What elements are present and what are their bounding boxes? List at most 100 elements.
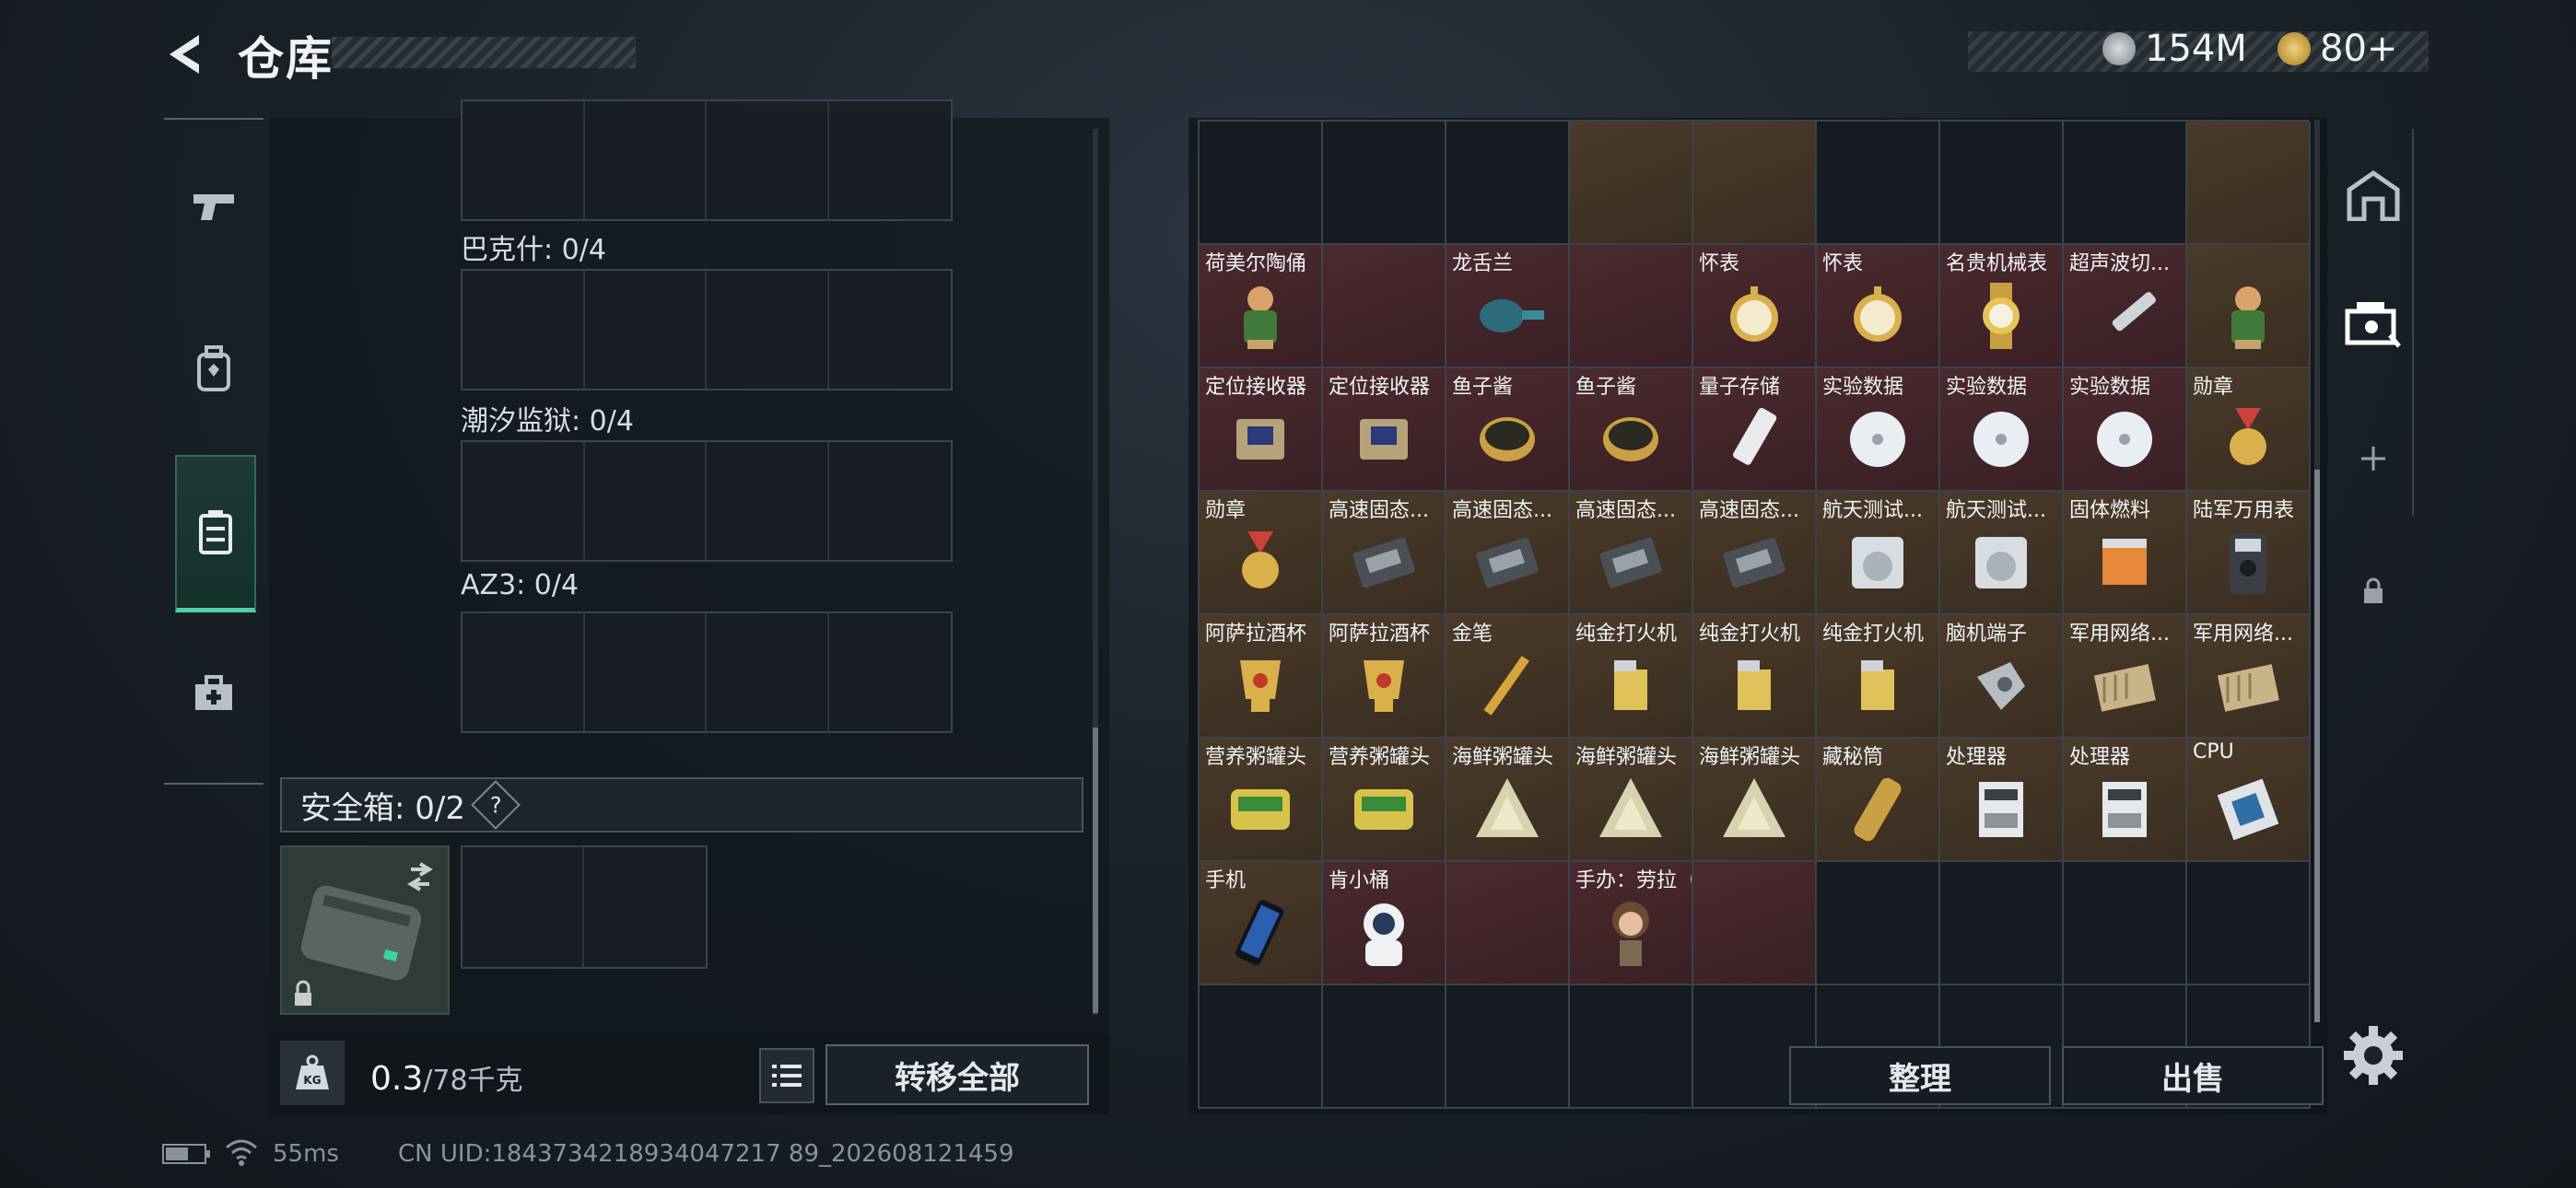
empty-cell[interactable] [1940,122,2064,245]
item-cell[interactable]: 手办：劳拉（崛起） [1570,862,1693,985]
item-cell[interactable]: 航天测试... [1940,492,2064,615]
item-cell[interactable]: 龙舌兰 [1446,245,1570,368]
add-tab-button[interactable] [2335,422,2412,495]
slot-row-2[interactable] [461,440,953,562]
tab-valuables[interactable] [2335,287,2412,361]
slot-row-1[interactable] [461,269,953,390]
item-cell[interactable]: 名贵机械表 [1940,245,2064,368]
item-cell[interactable]: 陆军万用表 [2187,492,2311,615]
item-cell[interactable]: 高速固态... [1693,492,1817,615]
empty-cell[interactable] [2187,122,2311,245]
item-cell[interactable]: 海鲜粥罐头 [1570,739,1693,862]
item-cell[interactable]: 军用网络... [2064,615,2187,739]
help-button[interactable]: ? [471,780,521,830]
empty-cell[interactable] [1323,245,1446,368]
tab-storage[interactable] [175,455,256,612]
empty-cell[interactable] [1570,245,1693,368]
empty-cell[interactable] [2187,862,2311,985]
empty-cell[interactable] [1200,122,1323,245]
item-name: 处理器 [1946,746,2008,769]
item-cell[interactable]: 航天测试... [1817,492,1940,615]
empty-cell[interactable] [1446,122,1570,245]
item-cell[interactable]: 定位接收器 [1323,368,1446,492]
list-icon [772,1065,802,1087]
item-cell[interactable]: 处理器 [2064,739,2187,862]
item-cell[interactable]: 纯金打火机 [1570,615,1693,739]
item-cell[interactable]: 阿萨拉酒杯 [1200,615,1323,739]
lighter-icon [1614,659,1647,710]
item-name: 实验数据 [2069,376,2151,399]
safe-box-slots[interactable] [461,845,708,969]
item-cell[interactable]: 海鲜粥罐头 [1693,739,1817,862]
triangle-can-icon [1723,777,1786,837]
empty-cell[interactable] [1940,862,2064,985]
item-cell[interactable]: 藏秘筒 [1817,739,1940,862]
empty-cell[interactable] [1817,862,1940,985]
item-cell[interactable]: 实验数据 [2064,368,2187,492]
gold-coin-icon [2277,32,2311,65]
slot-row-3[interactable] [461,611,953,733]
item-cell[interactable]: 手机 [1200,862,1323,985]
warehouse-grid: 荷美尔陶俑 龙舌兰 怀表 怀表 名贵机械表 超声波切... 定位接收器 定位接收器 鱼子酱 鱼子酱… [1198,120,2311,1109]
safe-box-item[interactable] [280,845,450,1015]
item-cell[interactable]: 营养粥罐头 [1200,739,1323,862]
item-cell[interactable]: 实验数据 [1817,368,1940,492]
empty-cell[interactable] [1693,862,1817,985]
empty-cell[interactable] [2064,122,2187,245]
item-cell[interactable]: 怀表 [1817,245,1940,368]
item-cell[interactable]: 荷美尔陶俑 [1200,245,1323,368]
item-cell[interactable]: 高速固态... [1323,492,1446,615]
item-cell[interactable]: 高速固态... [1446,492,1570,615]
locked-tab[interactable] [2335,554,2412,628]
item-cell[interactable]: 纯金打火机 [1817,615,1940,739]
item-cell[interactable]: 实验数据 [1940,368,2064,492]
empty-cell[interactable] [1323,122,1446,245]
item-cell[interactable]: CPU [2187,739,2311,862]
empty-cell[interactable] [1570,122,1693,245]
settings-gear-icon[interactable] [2340,1022,2406,1089]
empty-cell[interactable] [1570,985,1693,1109]
sort-button[interactable]: 整理 [1789,1046,2051,1105]
item-name: 鱼子酱 [1575,376,1637,399]
item-cell[interactable]: 营养粥罐头 [1323,739,1446,862]
weight-icon: KG [280,1041,345,1105]
empty-cell[interactable] [2187,245,2311,368]
item-cell[interactable]: 高速固态... [1570,492,1693,615]
item-cell[interactable]: 纯金打火机 [1693,615,1817,739]
slot-row-top[interactable] [461,99,953,221]
left-scrollbar[interactable] [1093,129,1098,1015]
back-arrow-icon[interactable] [162,31,208,77]
item-cell[interactable]: 超声波切... [2064,245,2187,368]
tab-warehouse-home[interactable] [2335,158,2412,232]
empty-cell[interactable] [1446,985,1570,1109]
item-cell[interactable]: 量子存储 [1693,368,1817,492]
empty-cell[interactable] [1200,985,1323,1109]
empty-cell[interactable] [1323,985,1446,1109]
tab-backpack[interactable] [164,319,263,420]
item-cell[interactable]: 怀表 [1693,245,1817,368]
item-cell[interactable]: 鱼子酱 [1570,368,1693,492]
item-cell[interactable]: 阿萨拉酒杯 [1323,615,1446,739]
item-cell[interactable]: 鱼子酱 [1446,368,1570,492]
empty-cell[interactable] [1693,122,1817,245]
item-cell[interactable]: 定位接收器 [1200,368,1323,492]
right-scrollbar[interactable] [2314,120,2320,1022]
item-cell[interactable]: 脑机端子 [1940,615,2064,739]
item-cell[interactable]: 处理器 [1940,739,2064,862]
pistol-icon [193,194,234,220]
item-cell[interactable]: 固体燃料 [2064,492,2187,615]
item-cell[interactable]: 勋章 [1200,492,1323,615]
sell-button[interactable]: 出售 [2062,1046,2324,1105]
tab-supplies[interactable] [164,643,263,744]
item-cell[interactable]: 海鲜粥罐头 [1446,739,1570,862]
item-cell[interactable]: 肯小桶 [1323,862,1446,985]
tab-weapons[interactable] [164,157,263,258]
item-cell[interactable]: 金笔 [1446,615,1570,739]
empty-cell[interactable] [2064,862,2187,985]
transfer-all-button[interactable]: 转移全部 [825,1044,1089,1105]
item-cell[interactable]: 军用网络... [2187,615,2311,739]
item-cell[interactable]: 勋章 [2187,368,2311,492]
empty-cell[interactable] [1446,862,1570,985]
empty-cell[interactable] [1817,122,1940,245]
list-view-button[interactable] [759,1048,814,1103]
